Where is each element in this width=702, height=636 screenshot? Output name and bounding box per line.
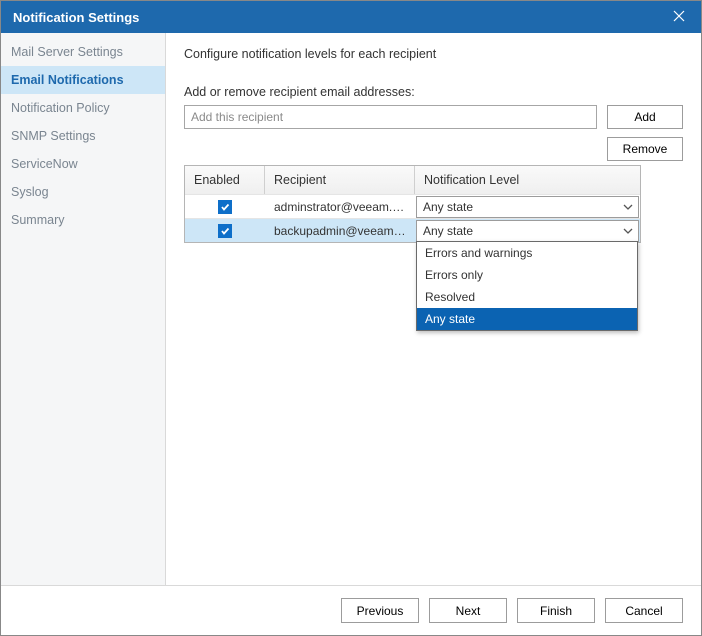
combo-value: Any state [423, 224, 473, 238]
cancel-button[interactable]: Cancel [605, 598, 683, 623]
next-button[interactable]: Next [429, 598, 507, 623]
close-button[interactable] [657, 1, 701, 33]
section-subtitle: Add or remove recipient email addresses: [184, 85, 683, 99]
sidebar-item-summary[interactable]: Summary [1, 206, 165, 234]
sidebar-item-snmp-settings[interactable]: SNMP Settings [1, 122, 165, 150]
enabled-checkbox[interactable] [218, 200, 232, 214]
sidebar-item-email-notifications[interactable]: Email Notifications [1, 66, 165, 94]
column-recipient[interactable]: Recipient [265, 166, 415, 194]
notification-level-combo[interactable]: Any state [416, 196, 639, 218]
chevron-down-icon [622, 224, 634, 238]
enabled-checkbox[interactable] [218, 224, 232, 238]
chevron-down-icon [622, 200, 634, 214]
add-recipient-row: Add [184, 105, 683, 129]
recipient-input[interactable] [184, 105, 597, 129]
dropdown-item[interactable]: Errors only [417, 264, 637, 286]
recipient-cell: adminstrator@veeam.com [265, 200, 415, 214]
column-enabled[interactable]: Enabled [185, 166, 265, 194]
column-notification-level[interactable]: Notification Level [415, 166, 640, 194]
recipients-table: Enabled Recipient Notification Level adm… [184, 165, 641, 243]
dialog-title: Notification Settings [13, 10, 139, 25]
title-bar: Notification Settings [1, 1, 701, 33]
table-row[interactable]: backupadmin@veeam.co... Any state [185, 218, 640, 242]
close-icon [673, 10, 685, 25]
table-row[interactable]: adminstrator@veeam.com Any state [185, 194, 640, 218]
page-description: Configure notification levels for each r… [184, 47, 683, 61]
sidebar-item-mail-server-settings[interactable]: Mail Server Settings [1, 38, 165, 66]
dropdown-item[interactable]: Any state [417, 308, 637, 330]
add-button[interactable]: Add [607, 105, 683, 129]
sidebar: Mail Server Settings Email Notifications… [1, 33, 166, 585]
notification-level-dropdown[interactable]: Errors and warnings Errors only Resolved… [416, 241, 638, 331]
table-header: Enabled Recipient Notification Level [185, 166, 640, 194]
finish-button[interactable]: Finish [517, 598, 595, 623]
dialog-body: Mail Server Settings Email Notifications… [1, 33, 701, 585]
remove-button[interactable]: Remove [607, 137, 683, 161]
notification-settings-window: Notification Settings Mail Server Settin… [0, 0, 702, 636]
recipient-cell: backupadmin@veeam.co... [265, 224, 415, 238]
main-panel: Configure notification levels for each r… [166, 33, 701, 585]
sidebar-item-notification-policy[interactable]: Notification Policy [1, 94, 165, 122]
sidebar-item-syslog[interactable]: Syslog [1, 178, 165, 206]
dropdown-item[interactable]: Errors and warnings [417, 242, 637, 264]
recipients-table-wrap: Enabled Recipient Notification Level adm… [184, 165, 683, 243]
notification-level-combo[interactable]: Any state [416, 220, 639, 242]
dialog-footer: Previous Next Finish Cancel [1, 585, 701, 635]
combo-value: Any state [423, 200, 473, 214]
dropdown-item[interactable]: Resolved [417, 286, 637, 308]
previous-button[interactable]: Previous [341, 598, 419, 623]
sidebar-item-servicenow[interactable]: ServiceNow [1, 150, 165, 178]
